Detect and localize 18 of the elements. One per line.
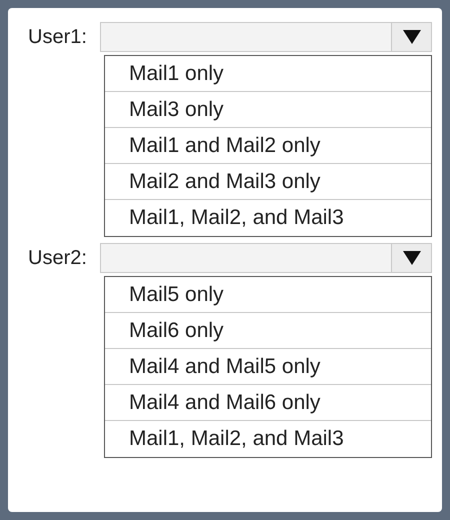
option-item[interactable]: Mail5 only xyxy=(105,277,431,313)
option-item[interactable]: Mail2 and Mail3 only xyxy=(105,164,431,200)
field-label: User2: xyxy=(27,246,88,271)
caret-icon xyxy=(402,251,420,265)
option-item[interactable]: Mail3 only xyxy=(105,92,431,128)
dropdown-field[interactable] xyxy=(100,22,432,52)
option-item[interactable]: Mail1, Mail2, and Mail3 xyxy=(105,421,431,457)
option-item[interactable]: Mail1 and Mail2 only xyxy=(105,128,431,164)
option-item[interactable]: Mail4 and Mail5 only xyxy=(105,349,431,385)
dropdown-arrow-button[interactable] xyxy=(391,244,431,272)
field-label: User1: xyxy=(27,25,88,50)
option-item[interactable]: Mail1 only xyxy=(105,56,431,92)
dropdown-field[interactable] xyxy=(100,243,432,273)
option-item[interactable]: Mail1, Mail2, and Mail3 xyxy=(105,200,431,236)
caret-icon xyxy=(402,30,420,44)
option-item[interactable]: Mail6 only xyxy=(105,313,431,349)
option-item[interactable]: Mail4 and Mail6 only xyxy=(105,385,431,421)
dropdown-arrow-button[interactable] xyxy=(391,23,431,51)
